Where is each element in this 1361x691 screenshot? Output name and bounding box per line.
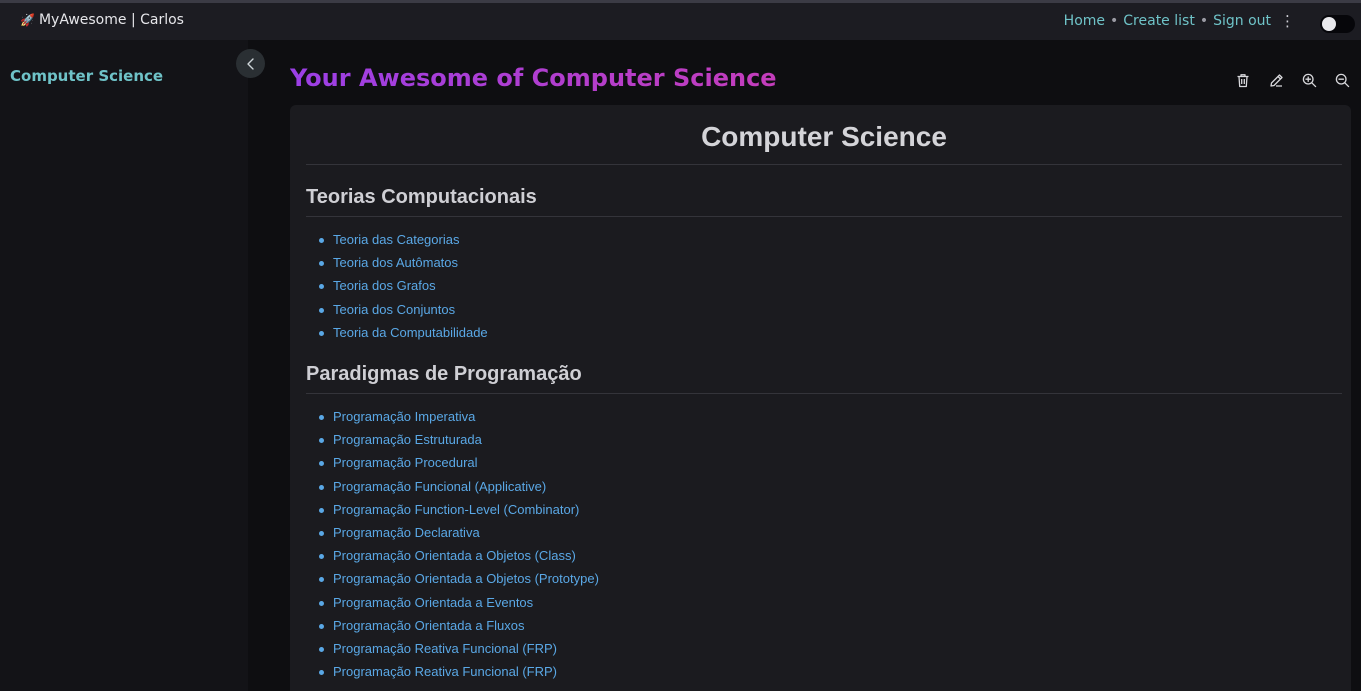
list-item: Programação Reativa Funcional (FRP) (319, 664, 599, 687)
link-list: Programação Imperativa Programação Estru… (319, 409, 599, 687)
list-item: Programação Estruturada (319, 432, 599, 455)
list-item: Teoria das Categorias (319, 232, 488, 255)
list-item: Programação Funcional (Applicative) (319, 479, 599, 502)
sidebar-collapse-button[interactable] (236, 49, 265, 78)
divider (306, 216, 1342, 217)
list-item: Programação Orientada a Fluxos (319, 618, 599, 641)
list-item: Teoria dos Autômatos (319, 255, 488, 278)
chevron-left-icon (246, 57, 254, 70)
zoom-in-icon (1302, 73, 1316, 87)
kebab-menu-icon[interactable]: ⋮ (1280, 12, 1295, 30)
sidebar-item-computer-science[interactable]: Computer Science (10, 67, 163, 85)
list-item: Programação Declarativa (319, 525, 599, 548)
link-list: Teoria das Categorias Teoria dos Autômat… (319, 232, 488, 348)
divider (306, 393, 1342, 394)
list-link[interactable]: Programação Estruturada (333, 432, 482, 447)
page-title: Your Awesome of Computer Science (290, 64, 777, 92)
list-item: Programação Function-Level (Combinator) (319, 502, 599, 525)
list-link[interactable]: Programação Orientada a Objetos (Prototy… (333, 571, 599, 586)
nav-sign-out-link[interactable]: Sign out (1213, 13, 1271, 29)
list-link[interactable]: Teoria dos Autômatos (333, 255, 458, 270)
section-heading: Teorias Computacionais (306, 186, 537, 208)
list-link[interactable]: Teoria dos Conjuntos (333, 302, 455, 317)
rocket-icon: 🚀 (20, 13, 35, 27)
list-link[interactable]: Programação Funcional (Applicative) (333, 479, 546, 494)
zoom-out-icon (1335, 73, 1349, 87)
list-link[interactable]: Teoria dos Grafos (333, 278, 436, 293)
markdown-document: Computer Science Teorias Computacionais … (290, 105, 1351, 691)
list-link[interactable]: Programação Orientada a Fluxos (333, 618, 524, 633)
zoom-in-button[interactable] (1298, 70, 1320, 90)
list-item: Programação Reativa Funcional (FRP) (319, 641, 599, 664)
toggle-knob (1322, 17, 1336, 31)
list-link[interactable]: Programação Procedural (333, 455, 478, 470)
list-item: Programação Orientada a Objetos (Prototy… (319, 571, 599, 594)
zoom-out-button[interactable] (1331, 70, 1353, 90)
brand[interactable]: 🚀 MyAwesome | Carlos (20, 12, 184, 28)
list-toolbar (1232, 70, 1361, 90)
list-link[interactable]: Programação Reativa Funcional (FRP) (333, 664, 557, 679)
list-item: Teoria da Computabilidade (319, 325, 488, 348)
list-item: Programação Orientada a Objetos (Class) (319, 548, 599, 571)
divider (306, 164, 1342, 165)
list-link[interactable]: Programação Reativa Funcional (FRP) (333, 641, 557, 656)
list-link[interactable]: Programação Imperativa (333, 409, 475, 424)
nav-links: Home • Create list • Sign out ⋮ (1064, 12, 1295, 30)
nav-create-list-link[interactable]: Create list (1123, 13, 1195, 29)
edit-button[interactable] (1265, 70, 1287, 90)
delete-button[interactable] (1232, 70, 1254, 90)
nav-separator: • (1110, 13, 1119, 29)
nav-home-link[interactable]: Home (1064, 13, 1105, 29)
list-item: Programação Orientada a Eventos (319, 595, 599, 618)
list-link[interactable]: Teoria da Computabilidade (333, 325, 488, 340)
list-link[interactable]: Programação Function-Level (Combinator) (333, 502, 579, 517)
nav-separator: • (1199, 13, 1209, 29)
list-link[interactable]: Teoria das Categorias (333, 232, 459, 247)
list-item: Programação Imperativa (319, 409, 599, 432)
section-heading: Paradigmas de Programação (306, 363, 582, 385)
brand-label: MyAwesome | Carlos (38, 12, 184, 28)
list-item: Programação Procedural (319, 455, 599, 478)
edit-icon (1269, 73, 1283, 87)
sidebar: Computer Science (0, 40, 248, 691)
trash-icon (1237, 73, 1249, 87)
list-link[interactable]: Programação Orientada a Eventos (333, 595, 533, 610)
list-item: Teoria dos Grafos (319, 278, 488, 301)
list-link[interactable]: Programação Orientada a Objetos (Class) (333, 548, 576, 563)
list-link[interactable]: Programação Declarativa (333, 525, 480, 540)
navbar: 🚀 MyAwesome | Carlos Home • Create list … (0, 3, 1361, 40)
list-item: Teoria dos Conjuntos (319, 302, 488, 325)
document-title: Computer Science (701, 121, 947, 152)
theme-toggle[interactable] (1320, 15, 1355, 33)
